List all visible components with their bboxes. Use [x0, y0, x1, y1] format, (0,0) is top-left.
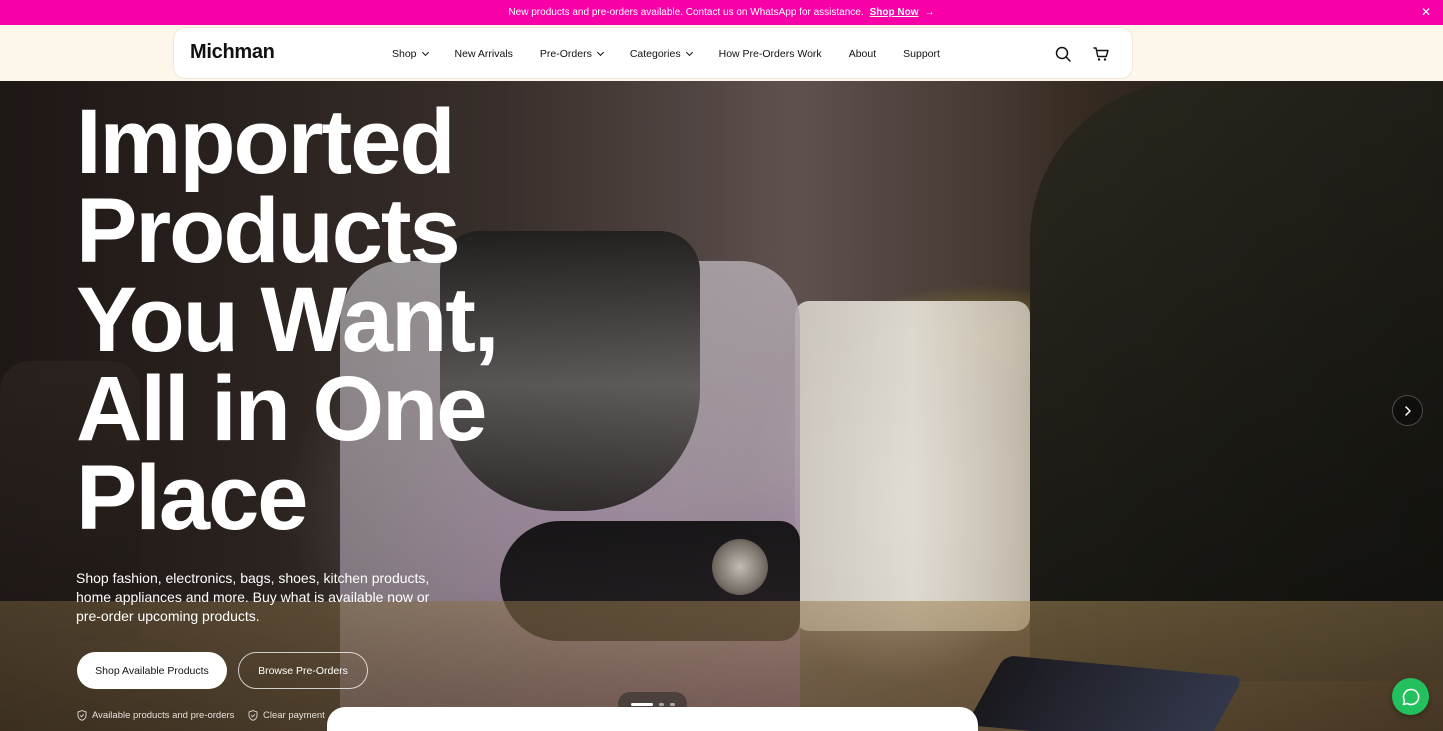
carousel-dot[interactable]	[658, 702, 664, 706]
whatsapp-chat-button[interactable]	[1392, 678, 1429, 715]
nav-item-how-pre-orders-work[interactable]: How Pre-Orders Work	[719, 48, 822, 60]
carousel-dot[interactable]	[630, 702, 653, 706]
nav-item-support[interactable]: Support	[903, 48, 940, 60]
announcement-text: New products and pre-orders available. C…	[508, 7, 864, 18]
nav-item-shop[interactable]: Shop	[392, 48, 429, 60]
nav-label: Pre-Orders	[539, 48, 592, 60]
shop-now-link[interactable]: Shop Now	[870, 7, 919, 18]
nav-item-categories[interactable]: Categories	[629, 48, 693, 60]
announcement-bar: New products and pre-orders available. C…	[0, 0, 1443, 25]
browse-pre-orders-button[interactable]: Browse Pre-Orders	[238, 652, 368, 689]
hero-title-line: Place	[76, 447, 308, 549]
nav-label: About	[848, 48, 877, 60]
carousel-next-button[interactable]	[1392, 395, 1423, 426]
nav-label: Shop	[392, 48, 417, 60]
carousel-dot[interactable]	[669, 702, 675, 706]
trust-badge: Clear payment i	[248, 710, 328, 721]
trust-badge-label: Available products and pre-orders	[92, 710, 235, 721]
brand-logo[interactable]: Michman	[190, 41, 275, 64]
chevron-right-icon	[1404, 405, 1411, 416]
shield-check-icon	[77, 710, 87, 721]
close-icon[interactable]: ✕	[1421, 5, 1431, 19]
nav-item-new-arrivals[interactable]: New Arrivals	[455, 48, 513, 60]
navbar: Michman Shop New Arrivals Pre-Orders Cat…	[173, 27, 1133, 79]
shield-check-icon	[248, 710, 258, 721]
nav-item-about[interactable]: About	[849, 48, 876, 60]
search-icon[interactable]	[1053, 44, 1073, 64]
chevron-down-icon	[596, 48, 604, 57]
main-nav: Shop New Arrivals Pre-Orders Categories …	[392, 28, 967, 80]
nav-label: New Arrivals	[454, 48, 513, 60]
arrow-right-icon: →	[924, 7, 935, 18]
hero-title-line: You Want,	[76, 269, 499, 371]
content-panel-top	[327, 707, 978, 731]
nav-label: Support	[903, 48, 940, 60]
hero-subtitle: Shop fashion, electronics, bags, shoes, …	[76, 570, 430, 624]
nav-item-pre-orders[interactable]: Pre-Orders	[539, 48, 604, 60]
chat-bubble-icon	[1402, 688, 1419, 705]
hero-title: Imported Products You Want, All in One P…	[76, 91, 676, 549]
chevron-down-icon	[421, 48, 429, 57]
trust-badge-label: Clear payment i	[263, 710, 328, 721]
trust-badge: Available products and pre-orders	[77, 710, 234, 721]
chevron-down-icon	[685, 48, 693, 57]
nav-label: Categories	[629, 48, 681, 60]
hero-title-line: All in One	[76, 358, 487, 460]
cart-icon[interactable]	[1091, 44, 1111, 64]
hero-title-line: Imported	[76, 91, 456, 193]
hero-title-line: Products	[76, 180, 461, 282]
shop-available-products-button[interactable]: Shop Available Products	[77, 652, 227, 689]
nav-label: How Pre-Orders Work	[718, 48, 822, 60]
